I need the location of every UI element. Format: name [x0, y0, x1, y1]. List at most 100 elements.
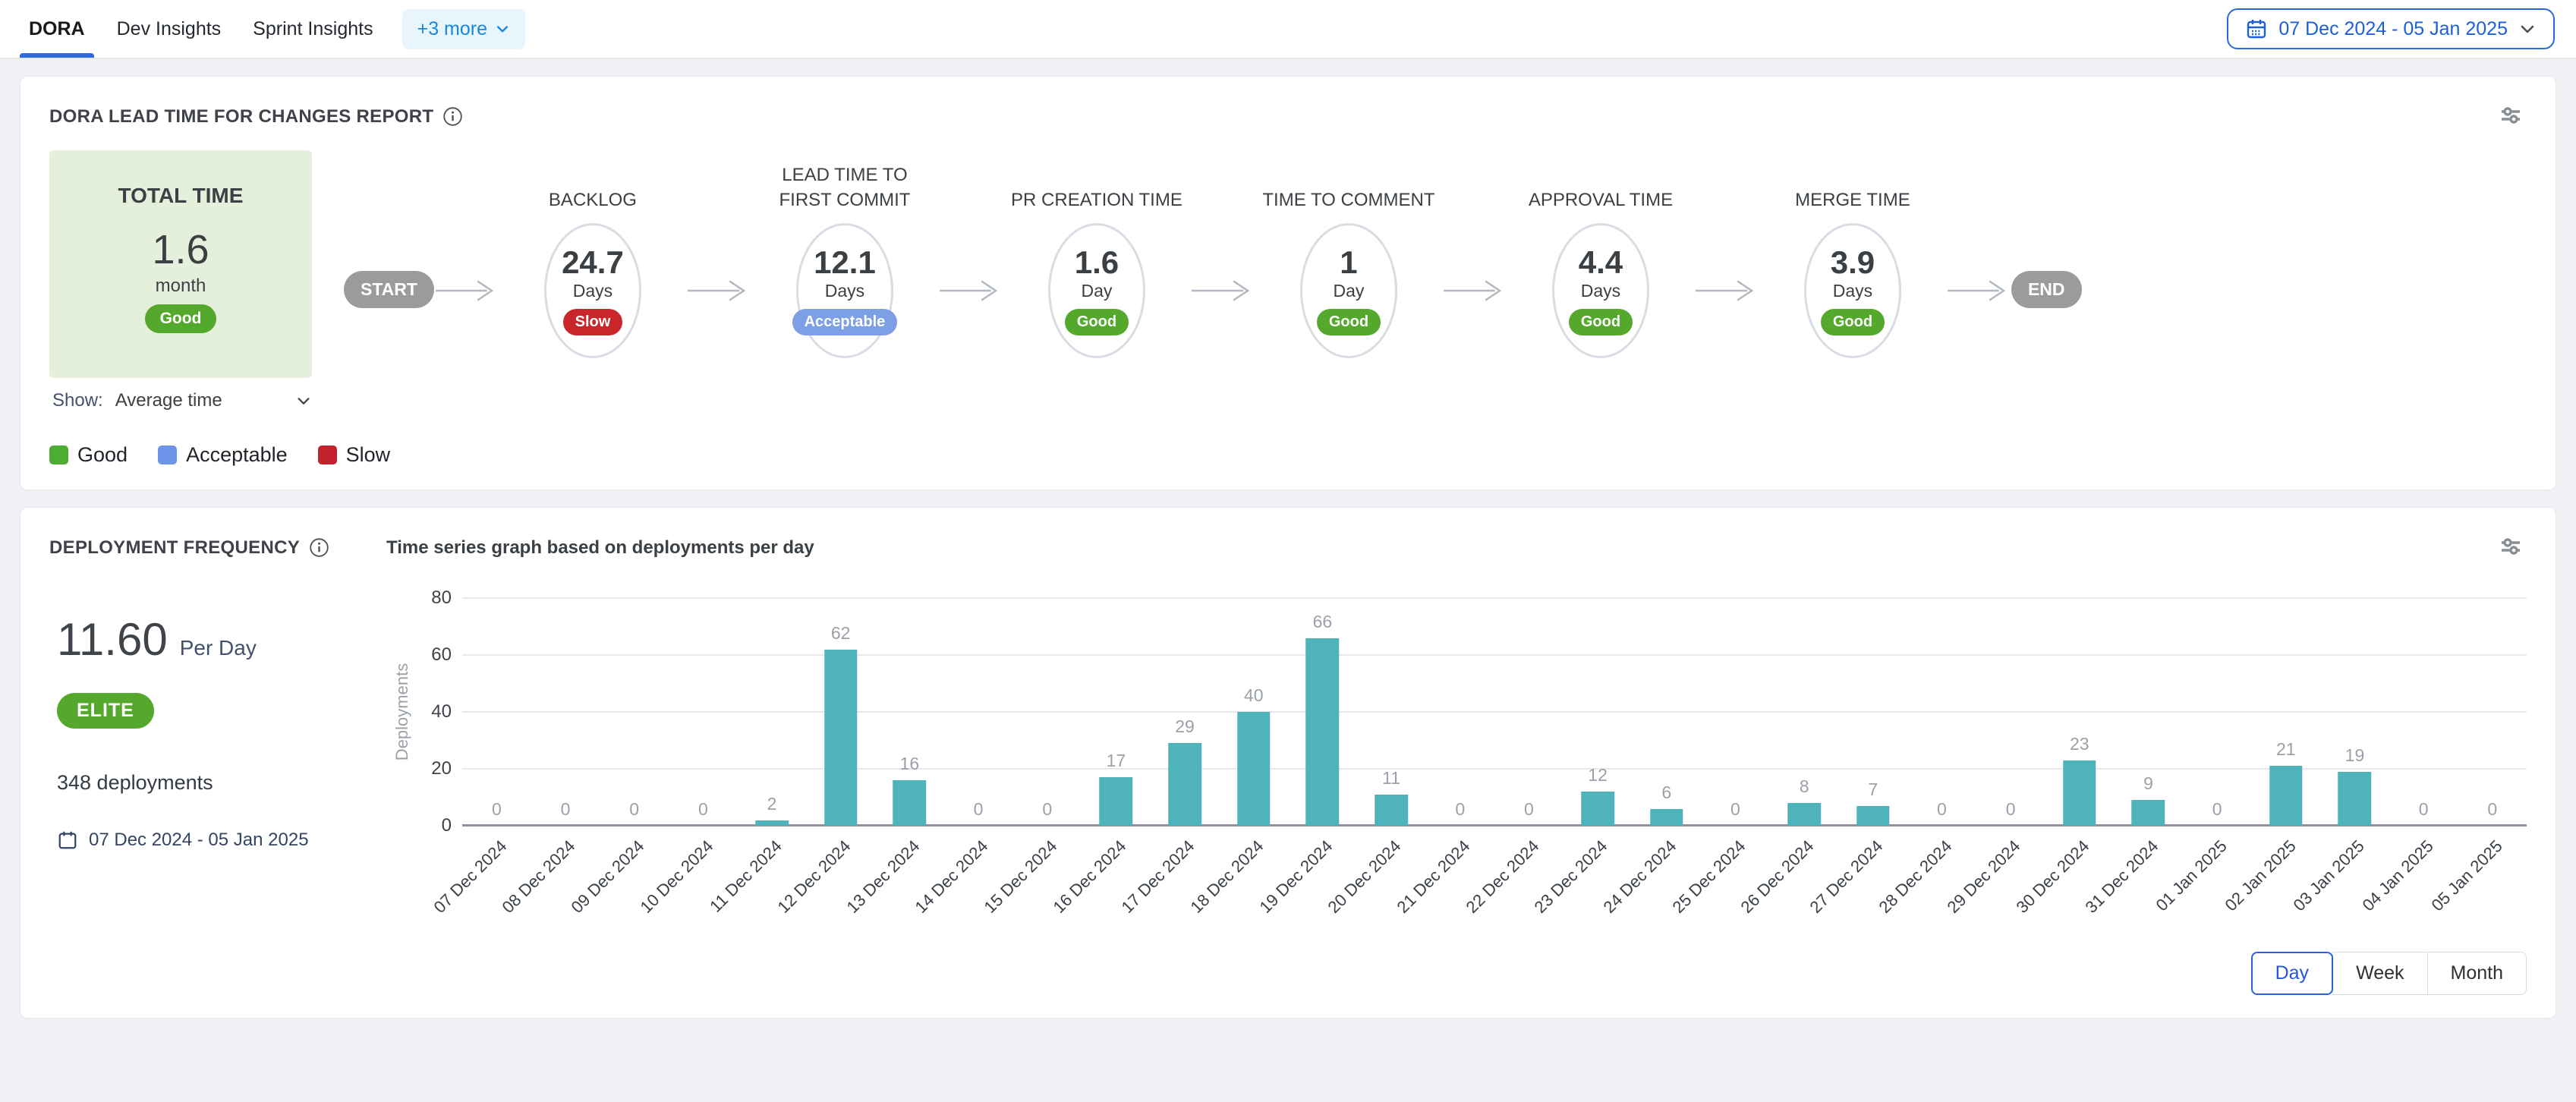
bar-value-label: 0: [531, 799, 600, 820]
deployment-rate-value: 11.60: [57, 613, 168, 666]
x-tick-label: 07 Dec 2024: [430, 836, 511, 918]
stage-approval-time: APPROVAL TIME4.4DaysGood: [1507, 150, 1694, 358]
show-metric-value: Average time: [115, 390, 222, 411]
bar-value-label: 0: [462, 799, 531, 820]
bar-slot-09-dec-2024: 0: [600, 598, 669, 826]
granularity-week-button[interactable]: Week: [2332, 952, 2427, 995]
deployment-summary: 11.60 Per Day ELITE 348 deployments 07 D…: [49, 565, 386, 851]
show-label: Show:: [52, 390, 103, 411]
chart-bar: [1306, 638, 1340, 826]
x-tick-label: 10 Dec 2024: [636, 836, 717, 918]
lead-time-settings-button[interactable]: [2495, 99, 2527, 134]
bar-slot-10-dec-2024: 0: [669, 598, 738, 826]
chevron-down-icon: [295, 392, 312, 409]
x-tick-label: 29 Dec 2024: [1944, 836, 2025, 918]
flow-arrow-icon: [1694, 279, 1759, 303]
x-axis-labels: 07 Dec 202408 Dec 202409 Dec 202410 Dec …: [462, 826, 2527, 946]
chart-bar: [2063, 760, 2096, 826]
bar-slot-15-dec-2024: 0: [1012, 598, 1082, 826]
bar-slot-19-dec-2024: 66: [1288, 598, 1357, 826]
x-tick-label: 20 Dec 2024: [1324, 836, 1406, 918]
x-tick-label: 03 Jan 2025: [2290, 836, 2369, 915]
bar-slot-05-jan-2025: 0: [2458, 598, 2527, 826]
info-icon[interactable]: [309, 537, 329, 558]
stage-merge-time: MERGE TIME3.9DaysGood: [1759, 150, 1946, 358]
legend-label: Good: [77, 443, 128, 467]
bar-value-label: 29: [1151, 716, 1220, 737]
y-tick-label: 80: [431, 587, 452, 609]
stage-label: PR CREATION TIME: [1006, 150, 1187, 223]
stage-time-to-comment: TIME TO COMMENT1DayGood: [1255, 150, 1442, 358]
bar-slot-23-dec-2024: 12: [1564, 598, 1633, 826]
bar-slot-21-dec-2024: 0: [1425, 598, 1494, 826]
stage-backlog: BACKLOG24.7DaysSlow: [499, 150, 686, 358]
more-tabs-label: +3 more: [417, 18, 487, 40]
chart-title: Time series graph based on deployments p…: [386, 537, 814, 559]
total-time-unit: month: [156, 276, 206, 297]
chart-bar: [2338, 772, 2372, 826]
x-tick-label: 28 Dec 2024: [1875, 836, 1956, 918]
stage-circle: 12.1DaysAcceptable: [796, 223, 893, 358]
bar-slot-25-dec-2024: 0: [1701, 598, 1770, 826]
date-range-label: 07 Dec 2024 - 05 Jan 2025: [2278, 18, 2508, 40]
y-tick-label: 60: [431, 644, 452, 666]
tab-dora[interactable]: DORA: [26, 0, 88, 58]
deployments-count: 348 deployments: [57, 771, 386, 795]
info-icon[interactable]: [442, 106, 463, 127]
legend-label: Acceptable: [186, 443, 288, 467]
legend-swatch: [318, 446, 337, 464]
date-range-picker[interactable]: 07 Dec 2024 - 05 Jan 2025: [2227, 8, 2555, 49]
bar-slot-18-dec-2024: 40: [1219, 598, 1288, 826]
bar-slot-14-dec-2024: 0: [944, 598, 1013, 826]
bar-value-label: 7: [1838, 779, 1907, 800]
bar-value-label: 23: [2045, 734, 2114, 754]
bar-slot-31-dec-2024: 9: [2114, 598, 2183, 826]
granularity-month-button[interactable]: Month: [2427, 952, 2527, 995]
stage-label: BACKLOG: [544, 150, 641, 223]
y-axis-ticks: 020406080: [418, 598, 462, 826]
bar-value-label: 19: [2320, 745, 2389, 766]
tab-dev-insights[interactable]: Dev Insights: [114, 0, 225, 58]
x-tick-label: 22 Dec 2024: [1462, 836, 1543, 918]
more-tabs-button[interactable]: +3 more: [402, 9, 525, 49]
y-axis-title: Deployments: [392, 663, 412, 760]
total-time-label: TOTAL TIME: [118, 184, 244, 208]
bar-value-label: 9: [2114, 773, 2183, 794]
x-tick-label: 25 Dec 2024: [1668, 836, 1749, 918]
show-metric-select[interactable]: Average time: [115, 390, 312, 411]
chart-bar: [1375, 795, 1408, 826]
stage-pr-creation-time: PR CREATION TIME1.6DayGood: [1003, 150, 1190, 358]
stage-status-badge: Slow: [563, 309, 623, 335]
stage-circle: 1.6DayGood: [1048, 223, 1145, 358]
deployment-date-range-text: 07 Dec 2024 - 05 Jan 2025: [89, 830, 309, 851]
granularity-day-button[interactable]: Day: [2251, 952, 2333, 995]
deployments-bar-chart: Deployments 020406080 000026216001729406…: [386, 598, 2527, 946]
bar-slot-01-jan-2025: 0: [2183, 598, 2252, 826]
y-tick-label: 40: [431, 701, 452, 723]
stage-value: 1.6: [1075, 246, 1119, 279]
x-tick-label: 08 Dec 2024: [499, 836, 580, 918]
x-tick-label: 17 Dec 2024: [1118, 836, 1199, 918]
stage-circle: 3.9DaysGood: [1804, 223, 1901, 358]
calendar-icon: [2245, 17, 2268, 40]
total-time-status-badge: Good: [145, 304, 217, 333]
chevron-down-icon: [2518, 20, 2537, 38]
bar-value-label: 62: [806, 623, 875, 644]
stage-value: 3.9: [1831, 246, 1875, 279]
granularity-toggle: DayWeekMonth: [2251, 952, 2527, 995]
calendar-icon: [57, 830, 78, 851]
tab-sprint-insights[interactable]: Sprint Insights: [250, 0, 376, 58]
filter-sliders-icon: [2498, 534, 2524, 559]
bar-slot-16-dec-2024: 17: [1082, 598, 1151, 826]
stage-label: TIME TO COMMENT: [1258, 150, 1439, 223]
bar-slot-13-dec-2024: 16: [875, 598, 944, 826]
stage-unit: Days: [1581, 281, 1620, 301]
deployment-settings-button[interactable]: [2495, 531, 2527, 565]
chart-bar: [1787, 803, 1821, 826]
bar-slot-11-dec-2024: 2: [738, 598, 807, 826]
bar-value-label: 0: [600, 799, 669, 820]
legend-item-slow: Slow: [318, 443, 391, 467]
bars-container: 0000262160017294066110012608700239021190…: [462, 598, 2527, 826]
top-navigation-bar: DORA Dev Insights Sprint Insights +3 more 0…: [0, 0, 2576, 59]
deployment-frequency-title: DEPLOYMENT FREQUENCY: [49, 537, 386, 559]
